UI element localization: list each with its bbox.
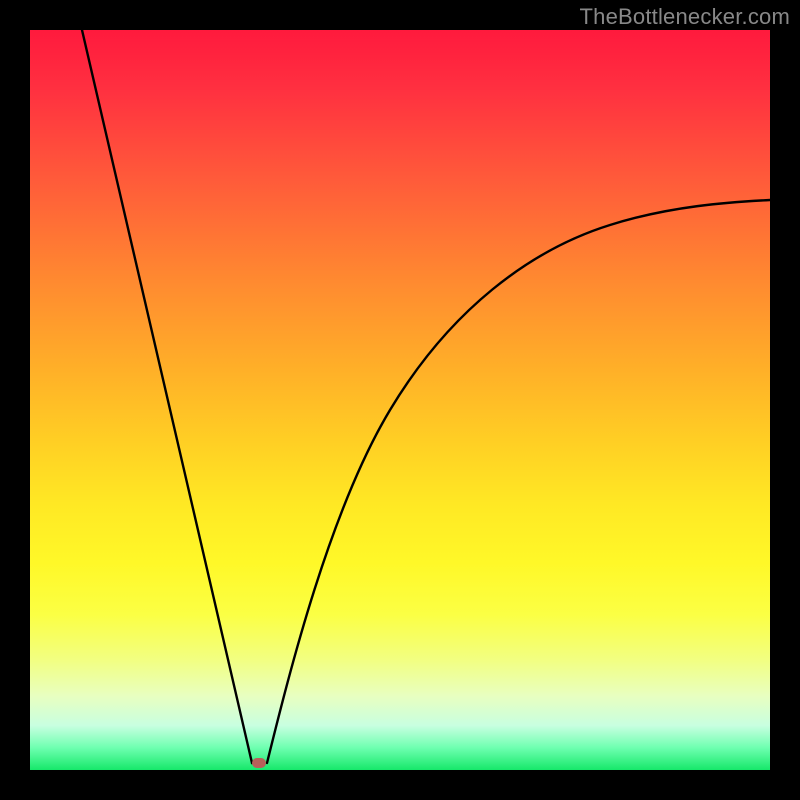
- attribution-label: TheBottlenecker.com: [580, 4, 790, 30]
- optimum-marker: [252, 758, 266, 768]
- plot-area: [30, 30, 770, 770]
- chart-frame: TheBottlenecker.com: [0, 0, 800, 800]
